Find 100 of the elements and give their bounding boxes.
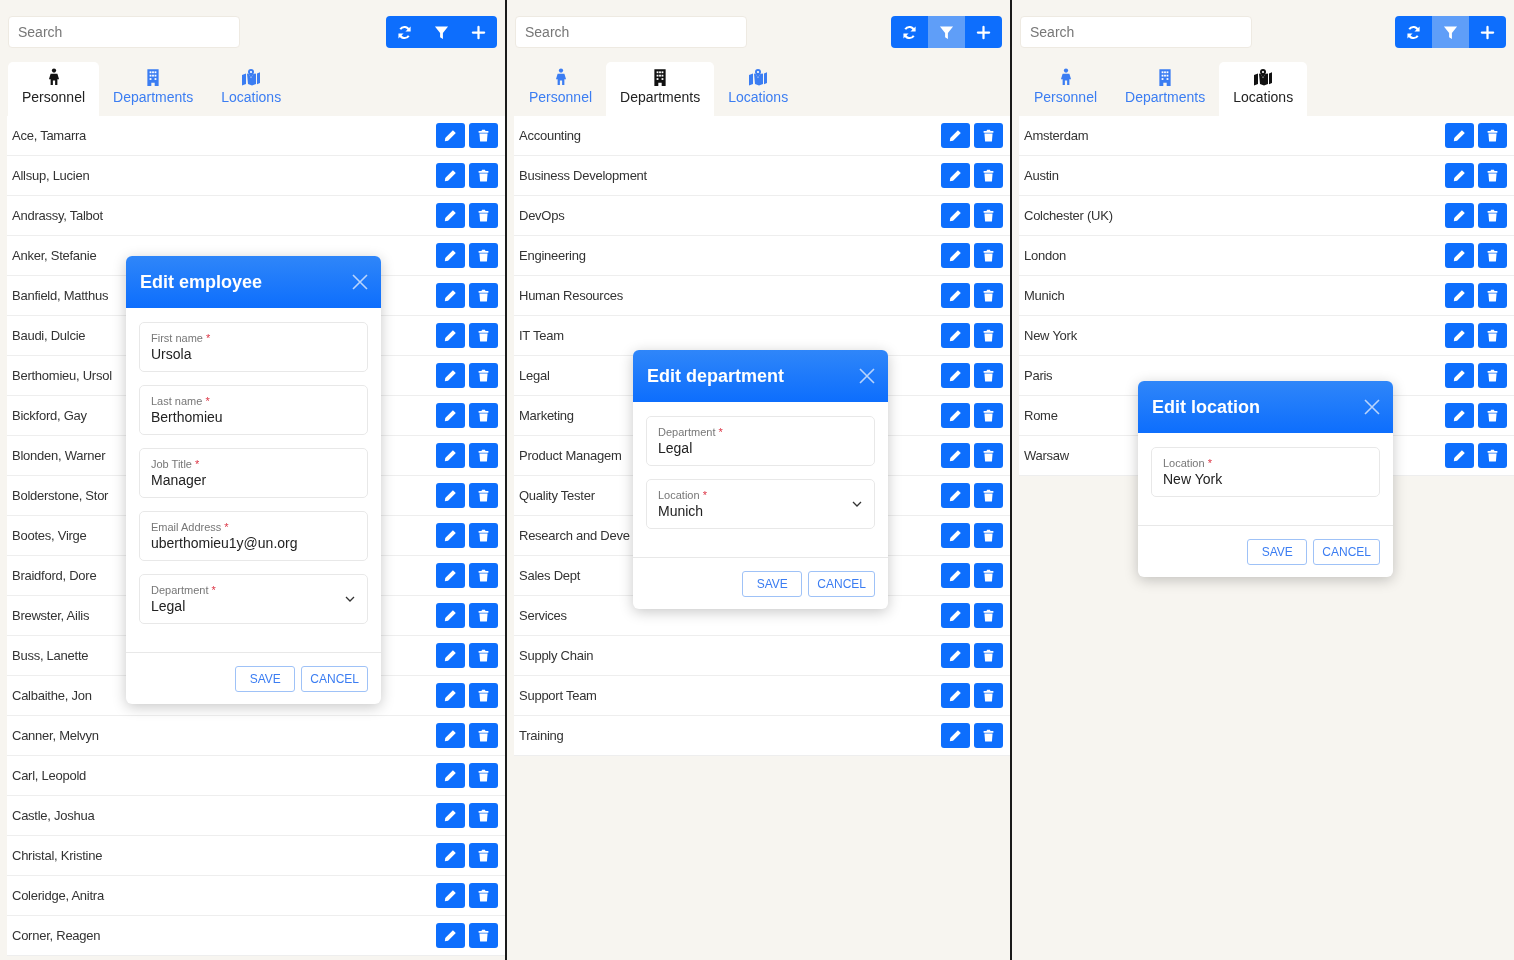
edit-button[interactable] [941,283,970,308]
tab[interactable]: Departments [99,62,208,116]
edit-button[interactable] [436,363,465,388]
cancel-button[interactable]: CANCEL [1313,539,1380,565]
delete-button[interactable] [1478,163,1507,188]
tab[interactable]: Locations [1219,62,1308,116]
input-field[interactable]: Department * Legal [646,416,875,466]
add-button[interactable] [1469,16,1506,48]
edit-button[interactable] [941,483,970,508]
edit-button[interactable] [436,523,465,548]
edit-button[interactable] [941,323,970,348]
delete-button[interactable] [469,203,498,228]
edit-button[interactable] [1445,243,1474,268]
add-button[interactable] [965,16,1002,48]
tab[interactable]: Departments [606,62,715,116]
save-button[interactable]: SAVE [235,666,296,692]
edit-button[interactable] [941,123,970,148]
edit-button[interactable] [436,643,465,668]
delete-button[interactable] [469,803,498,828]
refresh-button[interactable] [891,16,928,48]
tab[interactable]: Personnel [8,62,100,116]
delete-button[interactable] [469,523,498,548]
refresh-button[interactable] [1395,16,1432,48]
delete-button[interactable] [974,403,1003,428]
edit-button[interactable] [1445,163,1474,188]
delete-button[interactable] [1478,443,1507,468]
delete-button[interactable] [469,403,498,428]
filter-button[interactable] [1432,16,1469,48]
edit-button[interactable] [941,443,970,468]
delete-button[interactable] [974,603,1003,628]
edit-button[interactable] [436,923,465,948]
delete-button[interactable] [469,843,498,868]
delete-button[interactable] [469,683,498,708]
close-button[interactable] [351,273,369,291]
delete-button[interactable] [974,683,1003,708]
edit-button[interactable] [436,723,465,748]
edit-button[interactable] [941,603,970,628]
edit-button[interactable] [436,683,465,708]
delete-button[interactable] [974,123,1003,148]
tab[interactable]: Personnel [1020,62,1112,116]
input-field[interactable]: Job Title * Manager [139,448,368,498]
delete-button[interactable] [974,283,1003,308]
delete-button[interactable] [974,443,1003,468]
edit-button[interactable] [436,203,465,228]
delete-button[interactable] [469,923,498,948]
edit-button[interactable] [436,283,465,308]
edit-button[interactable] [436,123,465,148]
delete-button[interactable] [469,123,498,148]
edit-button[interactable] [436,243,465,268]
delete-button[interactable] [974,163,1003,188]
input-field[interactable]: Email Address * uberthomieu1y@un.org [139,511,368,561]
delete-button[interactable] [974,363,1003,388]
tab[interactable]: Locations [207,62,296,116]
filter-button[interactable] [928,16,965,48]
edit-button[interactable] [941,363,970,388]
input-field[interactable]: Location * New York [1151,447,1380,497]
edit-button[interactable] [941,683,970,708]
tab[interactable]: Personnel [515,62,607,116]
save-button[interactable]: SAVE [742,571,803,597]
edit-button[interactable] [941,203,970,228]
edit-button[interactable] [436,843,465,868]
delete-button[interactable] [469,323,498,348]
edit-button[interactable] [436,563,465,588]
delete-button[interactable] [974,203,1003,228]
edit-button[interactable] [1445,123,1474,148]
delete-button[interactable] [469,723,498,748]
edit-button[interactable] [436,483,465,508]
delete-button[interactable] [469,763,498,788]
delete-button[interactable] [469,563,498,588]
edit-button[interactable] [941,243,970,268]
edit-button[interactable] [1445,323,1474,348]
delete-button[interactable] [1478,203,1507,228]
edit-button[interactable] [1445,203,1474,228]
delete-button[interactable] [1478,323,1507,348]
edit-button[interactable] [436,883,465,908]
delete-button[interactable] [1478,283,1507,308]
search-field[interactable]: Search [1020,16,1252,48]
delete-button[interactable] [974,723,1003,748]
edit-button[interactable] [436,163,465,188]
close-button[interactable] [1363,398,1381,416]
delete-button[interactable] [469,643,498,668]
delete-button[interactable] [1478,403,1507,428]
delete-button[interactable] [469,283,498,308]
delete-button[interactable] [1478,363,1507,388]
edit-button[interactable] [941,403,970,428]
delete-button[interactable] [469,163,498,188]
delete-button[interactable] [974,523,1003,548]
edit-button[interactable] [1445,363,1474,388]
delete-button[interactable] [469,363,498,388]
delete-button[interactable] [974,483,1003,508]
edit-button[interactable] [941,563,970,588]
tab[interactable]: Departments [1111,62,1220,116]
close-button[interactable] [858,367,876,385]
edit-button[interactable] [436,803,465,828]
delete-button[interactable] [469,883,498,908]
edit-button[interactable] [436,603,465,628]
delete-button[interactable] [974,243,1003,268]
input-field[interactable]: Last name * Berthomieu [139,385,368,435]
edit-button[interactable] [941,643,970,668]
delete-button[interactable] [1478,123,1507,148]
